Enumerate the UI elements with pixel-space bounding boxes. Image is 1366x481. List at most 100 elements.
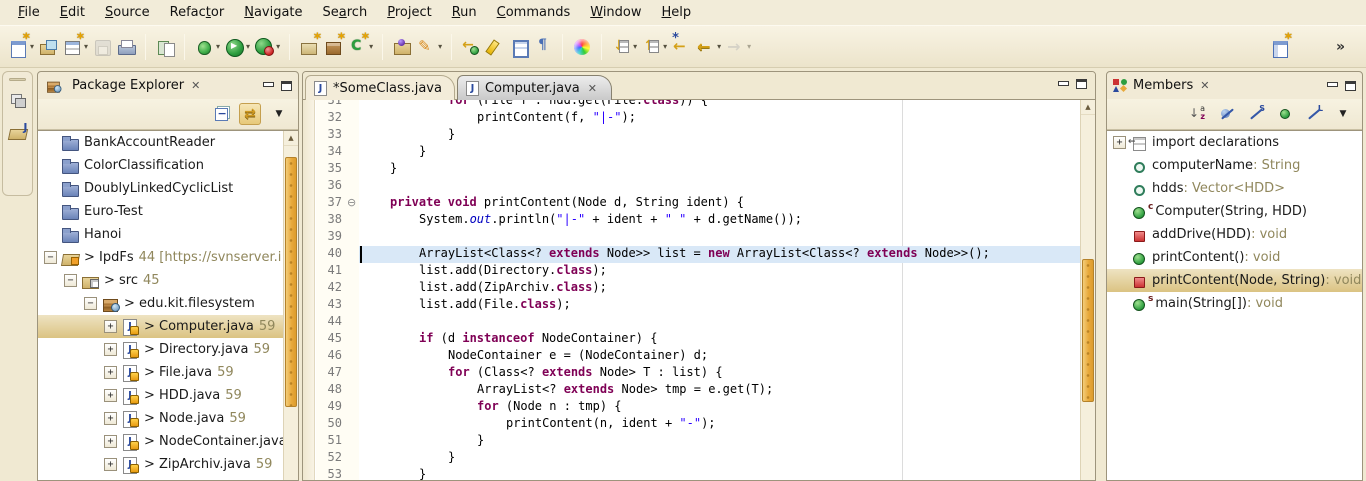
- open-type-button[interactable]: [390, 34, 414, 60]
- maximize-button[interactable]: [1076, 79, 1087, 89]
- dropdown-caret[interactable]: ▾: [84, 42, 88, 51]
- build-button[interactable]: [153, 34, 177, 60]
- print-button[interactable]: [114, 34, 138, 60]
- tree-item-colorclassification[interactable]: ColorClassification: [38, 154, 298, 177]
- tree-item-hdd-java[interactable]: +> HDD.java59: [38, 384, 298, 407]
- scrollbar-up-arrow[interactable]: ▲: [284, 131, 298, 146]
- dropdown-caret[interactable]: ▾: [663, 42, 667, 51]
- menu-window[interactable]: Window: [580, 2, 651, 23]
- hide-local-types-button[interactable]: L: [1303, 103, 1325, 125]
- menu-run[interactable]: Run: [442, 2, 487, 23]
- member-computer-string-hdd[interactable]: cComputer(String, HDD): [1107, 200, 1362, 223]
- sort-button[interactable]: az: [1187, 103, 1209, 125]
- view-menu-button[interactable]: ▼: [268, 103, 290, 125]
- editor-tab--someclass-java[interactable]: J*SomeClass.java: [305, 75, 455, 100]
- tree-item-ziparchiv-java[interactable]: +> ZipArchiv.java59: [38, 453, 298, 476]
- tree-item-doublylinkedcycliclist[interactable]: DoublyLinkedCyclicList: [38, 177, 298, 200]
- code-text-area[interactable]: for (File f : hdd.get(File.class)) {prin…: [359, 100, 1080, 480]
- scrollbar-thumb[interactable]: [285, 157, 297, 407]
- scrollbar-thumb[interactable]: [1082, 259, 1094, 402]
- java-browsing-icon[interactable]: [8, 121, 28, 141]
- maximize-button[interactable]: [1345, 81, 1356, 91]
- expander-icon[interactable]: −: [44, 251, 57, 264]
- expander-icon[interactable]: +: [104, 389, 117, 402]
- expander-icon[interactable]: +: [104, 343, 117, 356]
- color-palette-button[interactable]: [570, 34, 594, 60]
- tree-item-ipdfs[interactable]: −> IpdFs44 [https://svnserver.i: [38, 246, 298, 269]
- prev-annotation-button[interactable]: ▾: [639, 34, 669, 60]
- menu-refactor[interactable]: Refactor: [160, 2, 235, 23]
- line-number-ruler[interactable]: 3132333435363738394041424344454647484950…: [316, 100, 346, 480]
- dropdown-caret[interactable]: ▾: [216, 42, 220, 51]
- mark-occurrences-button[interactable]: [483, 34, 507, 60]
- package-explorer-scrollbar[interactable]: ▲: [283, 131, 298, 480]
- new-view-button[interactable]: ▾: [60, 34, 90, 60]
- fastview-grip[interactable]: [9, 78, 26, 81]
- expander-icon[interactable]: +: [104, 458, 117, 471]
- back-to-last-edit-button[interactable]: [669, 34, 693, 60]
- menu-project[interactable]: Project: [377, 2, 442, 23]
- tree-item-computer-java[interactable]: +> Computer.java59: [38, 315, 298, 338]
- members-list[interactable]: +import declarationscomputerName : Strin…: [1107, 130, 1362, 480]
- svn-checkout-button[interactable]: [36, 34, 60, 60]
- back-button[interactable]: ▾: [693, 34, 723, 60]
- package-explorer-tree[interactable]: ▲ BankAccountReaderColorClassificationDo…: [38, 130, 298, 480]
- run-history-button[interactable]: ▾: [252, 34, 282, 60]
- show-whitespace-button[interactable]: [531, 34, 555, 60]
- dropdown-caret[interactable]: ▾: [30, 42, 34, 51]
- minimize-button[interactable]: [1058, 80, 1068, 89]
- dropdown-caret[interactable]: ▾: [633, 42, 637, 51]
- fold-collapse-icon[interactable]: ⊖: [347, 195, 356, 212]
- dropdown-caret[interactable]: ▾: [747, 42, 751, 51]
- member-computername[interactable]: computerName : String: [1107, 154, 1362, 177]
- maximize-button[interactable]: [281, 81, 292, 91]
- expander-icon[interactable]: +: [104, 320, 117, 333]
- debug-button[interactable]: ▾: [192, 34, 222, 60]
- run-button[interactable]: ▾: [222, 34, 252, 60]
- new-java-project-button[interactable]: [297, 34, 321, 60]
- menu-navigate[interactable]: Navigate: [234, 2, 312, 23]
- annotation-ruler[interactable]: [303, 100, 315, 480]
- expander-icon[interactable]: +: [1113, 136, 1126, 149]
- scrollbar-up-arrow[interactable]: ▲: [1081, 100, 1095, 115]
- next-annotation-button[interactable]: ▾: [609, 34, 639, 60]
- last-edit-location-button[interactable]: [459, 34, 483, 60]
- dropdown-caret[interactable]: ▾: [276, 42, 280, 51]
- close-icon[interactable]: ✕: [189, 79, 202, 92]
- tree-item-file-java[interactable]: +> File.java59: [38, 361, 298, 384]
- minimize-button[interactable]: [263, 81, 273, 90]
- dropdown-caret[interactable]: ▾: [717, 42, 721, 51]
- member-import-declarations[interactable]: +import declarations: [1107, 131, 1362, 154]
- expander-icon[interactable]: +: [104, 435, 117, 448]
- tree-item-edu-kit-filesystem[interactable]: −> edu.kit.filesystem: [38, 292, 298, 315]
- new-class-button[interactable]: ▾: [345, 34, 375, 60]
- close-icon[interactable]: ✕: [586, 82, 599, 95]
- tree-item-bankaccountreader[interactable]: BankAccountReader: [38, 131, 298, 154]
- editor-tab-computer-java[interactable]: JComputer.java✕: [457, 75, 612, 100]
- member-main-string[interactable]: smain(String[]) : void: [1107, 292, 1362, 315]
- hide-fields-button[interactable]: [1216, 103, 1238, 125]
- collapse-all-button[interactable]: [210, 103, 232, 125]
- new-package-button[interactable]: [321, 34, 345, 60]
- menu-file[interactable]: File: [8, 2, 50, 23]
- show-public-button[interactable]: [1274, 103, 1296, 125]
- toolbar-overflow-chevron[interactable]: »: [1336, 39, 1344, 55]
- menu-source[interactable]: Source: [95, 2, 160, 23]
- view-menu-button[interactable]: ▼: [1332, 103, 1354, 125]
- link-with-editor-button[interactable]: ⇄: [239, 103, 261, 125]
- customize-view-button[interactable]: [1268, 34, 1292, 60]
- menu-commands[interactable]: Commands: [487, 2, 581, 23]
- tree-item-nodecontainer-java[interactable]: +> NodeContainer.java: [38, 430, 298, 453]
- menu-edit[interactable]: Edit: [50, 2, 95, 23]
- minimize-button[interactable]: [1327, 81, 1337, 90]
- folding-ruler[interactable]: ⊖: [346, 100, 359, 480]
- tree-item-euro-test[interactable]: Euro-Test: [38, 200, 298, 223]
- dropdown-caret[interactable]: ▾: [246, 42, 250, 51]
- menu-search[interactable]: Search: [313, 2, 378, 23]
- expander-icon[interactable]: +: [104, 412, 117, 425]
- dropdown-caret[interactable]: ▾: [438, 42, 442, 51]
- restore-views-icon[interactable]: [8, 91, 28, 111]
- editor-scrollbar[interactable]: ▲: [1080, 100, 1095, 480]
- search-button[interactable]: ▾: [414, 34, 444, 60]
- member-printcontent[interactable]: printContent() : void: [1107, 246, 1362, 269]
